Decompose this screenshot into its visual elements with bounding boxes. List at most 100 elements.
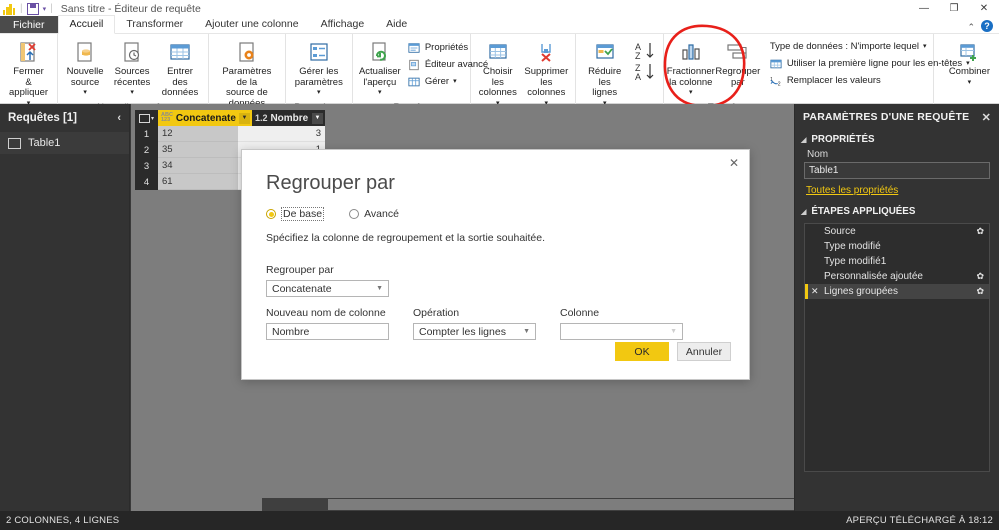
query-list-item-table1[interactable]: Table1 [0,132,129,154]
delete-step-icon[interactable]: ✕ [811,286,822,297]
manage-parameters-caret-icon[interactable]: ▾ [317,88,321,99]
reduce-rows-button[interactable]: Réduire les lignes ▾ [580,37,630,111]
tab-ajouter-une-colonne[interactable]: Ajouter une colonne [194,16,309,33]
operation-field: Opération Compter les lignes ▼ [413,307,536,340]
operation-select[interactable]: Compter les lignes ▼ [413,323,536,340]
select-all-icon[interactable]: ▾ [135,110,158,126]
column-header-nombre[interactable]: 1.2 Nombre ▼ [251,110,325,126]
refresh-preview-icon [368,39,392,65]
enter-data-button[interactable]: Entrer des données [156,37,204,101]
applied-steps-list: Source ✿ Type modifié Type modifié1 Pers… [804,223,990,472]
restore-icon[interactable]: ❐ [939,0,969,17]
replace-values-icon: 1 2 [770,74,783,87]
group-by-select[interactable]: Concatenate ▼ [266,280,389,297]
applied-steps-section-header[interactable]: ◢ ÉTAPES APPLIQUÉES [795,198,999,219]
split-column-caret-icon[interactable]: ▾ [689,88,693,99]
data-type-caret-icon[interactable]: ▾ [923,41,927,53]
qat-divider: | [20,3,23,14]
split-column-label: Fractionner la colonne [666,66,715,88]
applied-step-lignes-groupees[interactable]: ✕ Lignes groupées ✿ [805,284,989,299]
help-icon[interactable]: ? [981,20,993,32]
manage-parameters-button[interactable]: Gérer les paramètres ▾ [290,37,348,101]
split-column-icon [678,39,704,65]
gear-icon[interactable]: ✿ [976,286,984,297]
group-by-button[interactable]: Regrouper par [715,37,761,90]
data-source-settings-button[interactable]: Paramètres de la source de données [213,37,281,111]
remove-columns-label: Supprimer les colonnes [524,66,569,98]
radio-de-base[interactable]: De base [266,207,325,221]
applied-step-label: Personnalisée ajoutée [824,271,923,282]
name-field-label: Nom [807,149,829,160]
manage-caret-icon[interactable]: ▾ [453,76,457,88]
ribbon-group-combiner: Combiner ▾ [934,34,999,104]
dialog-title: Regrouper par [266,172,395,194]
combine-button[interactable]: Combiner ▾ [944,37,995,90]
chevron-down-icon[interactable]: ▼ [376,285,383,292]
chevron-down-icon[interactable]: ◢ [801,136,806,144]
gear-icon[interactable]: ✿ [976,271,984,282]
recent-sources-caret-icon[interactable]: ▾ [130,88,134,99]
cell-concatenate[interactable]: 12 [158,126,238,142]
collapse-ribbon-icon[interactable]: ⌃ [967,22,975,33]
chevron-down-icon[interactable]: ▼ [670,328,677,335]
combine-caret-icon[interactable]: ▾ [968,78,972,89]
new-source-button[interactable]: Nouvelle source ▾ [62,37,108,101]
remove-columns-button[interactable]: Supprimer les colonnes ▾ [522,37,571,111]
cell-concatenate[interactable]: 35 [158,142,238,158]
gear-icon[interactable]: ✿ [976,226,984,237]
qat-dropdown-icon[interactable]: ▾ [43,5,47,13]
data-type-label: Type de données : N'importe lequel [769,41,919,52]
tab-fichier[interactable]: Fichier [0,16,58,33]
ribbon: Fermer & appliquer ▾ Fermer [0,34,999,136]
tab-aide[interactable]: Aide [375,16,418,33]
column-filter-dropdown-concatenate[interactable]: ▼ [238,112,250,124]
applied-step-type-modifie1[interactable]: Type modifié1 [805,254,989,269]
cell-concatenate[interactable]: 34 [158,158,238,174]
row-number: 1 [135,126,158,142]
cancel-button[interactable]: Annuler [677,342,731,361]
save-icon[interactable] [26,2,39,15]
qat-divider-2: | [50,3,53,14]
all-properties-link[interactable]: Toutes les propriétés [795,179,999,198]
chevron-down-icon[interactable]: ◢ [801,208,806,216]
window-title: Sans titre - Éditeur de requête [60,2,201,15]
chevron-left-icon[interactable]: ‹ [117,112,121,124]
chevron-down-icon[interactable]: ▼ [523,328,530,335]
radio-selected-icon [266,209,276,219]
cell-concatenate[interactable]: 61 [158,174,238,190]
applied-step-personnalisee-ajoutee[interactable]: Personnalisée ajoutée ✿ [805,269,989,284]
ribbon-group-parametres: Gérer les paramètres ▾ Paramètres [286,34,353,113]
minimize-icon[interactable]: — [909,0,939,17]
split-column-button[interactable]: Fractionner la colonne ▾ [666,37,715,101]
recent-sources-button[interactable]: Sources récentes ▾ [109,37,155,101]
tab-accueil[interactable]: Accueil [57,15,116,34]
refresh-preview-caret-icon[interactable]: ▾ [378,88,382,99]
ok-button[interactable]: OK [615,342,669,361]
cell-nombre[interactable]: 3 [238,126,325,142]
refresh-preview-button[interactable]: Actualiser l'aperçu ▾ [357,37,403,101]
column-filter-dropdown-nombre[interactable]: ▼ [312,112,323,124]
column-header-concatenate[interactable]: ABC 123 Concatenate ▼ [158,110,252,126]
new-column-name-field: Nouveau nom de colonne Nombre [266,307,389,340]
column-select[interactable]: ▼ [560,323,683,340]
new-column-name-input[interactable]: Nombre [266,323,389,340]
sort-buttons[interactable]: A Z Z A [631,37,659,87]
radio-unselected-icon [349,209,360,219]
new-source-caret-icon[interactable]: ▾ [83,88,87,99]
tab-affichage[interactable]: Affichage [310,16,376,33]
applied-step-source[interactable]: Source ✿ [805,224,989,239]
close-icon[interactable]: ✕ [969,0,999,17]
choose-columns-button[interactable]: Choisir les colonnes ▾ [475,37,521,111]
dialog-close-icon[interactable]: ✕ [725,154,743,172]
advanced-editor-icon [408,58,421,71]
properties-section-header[interactable]: ◢ PROPRIÉTÉS [795,130,999,147]
sort-ascending-descending-icon: A Z Z A [634,39,656,83]
svg-text:Z: Z [635,51,641,61]
name-input[interactable]: Table1 [804,162,990,179]
close-icon[interactable]: ✕ [982,111,991,124]
applied-step-type-modifie[interactable]: Type modifié [805,239,989,254]
tab-transformer[interactable]: Transformer [115,16,194,33]
table-row[interactable]: 1 12 3 [135,126,325,142]
radio-avance[interactable]: Avancé [349,208,399,220]
close-and-apply-button[interactable]: Fermer & appliquer ▾ [4,37,53,111]
